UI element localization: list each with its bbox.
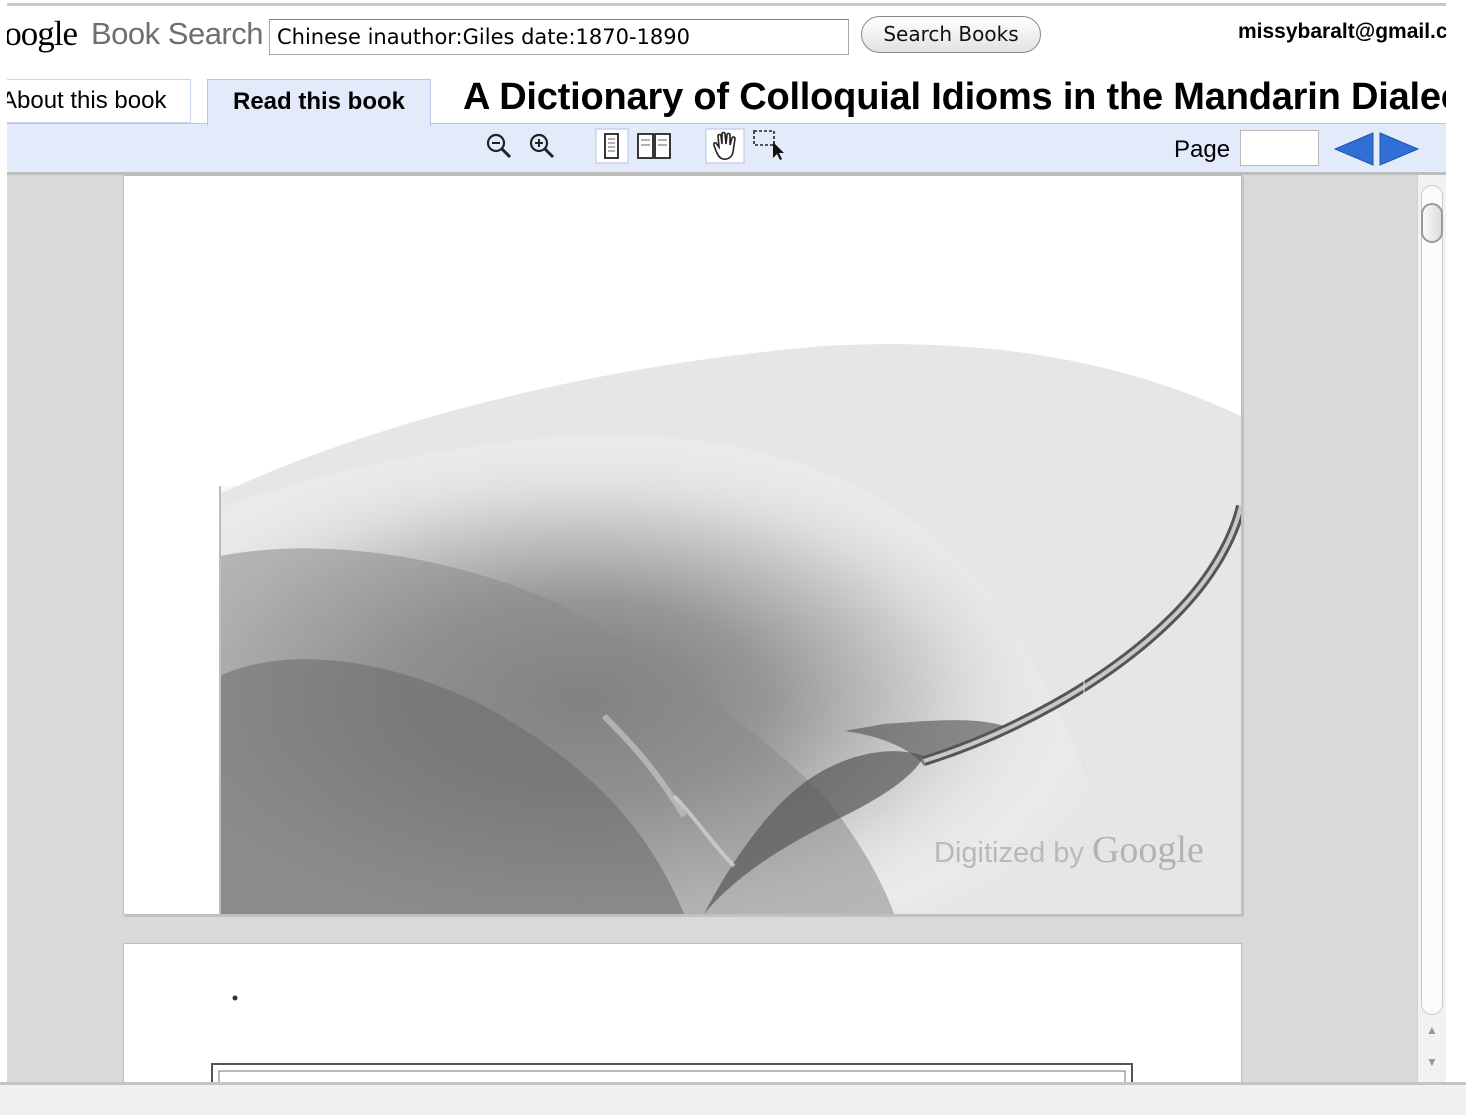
window-edge <box>0 0 7 1115</box>
tab-about-this-book[interactable]: About this book <box>7 79 191 123</box>
search-input[interactable] <box>269 19 849 55</box>
tab-read-this-book[interactable]: Read this book <box>207 79 431 126</box>
status-bar <box>0 1082 1466 1115</box>
book-title: A Dictionary of Colloquial Idioms in the… <box>463 76 1446 118</box>
select-tool-icon[interactable] <box>751 128 787 164</box>
user-email[interactable]: missybaralt@gmail.com <box>1238 18 1446 46</box>
scroll-down-arrow-icon[interactable]: ▼ <box>1426 1055 1438 1069</box>
vertical-scrollbar[interactable]: ▲ ▼ <box>1417 175 1446 1082</box>
search-books-button[interactable]: Search Books <box>861 16 1041 53</box>
top-border <box>7 3 1446 6</box>
page-label: Page <box>1174 136 1231 163</box>
google-logo[interactable]: oogle <box>7 12 77 56</box>
book-page-next <box>123 943 1242 1082</box>
hand-tool-icon[interactable] <box>705 128 745 164</box>
scanned-image <box>219 344 1241 914</box>
logo-text: oogle <box>7 14 77 53</box>
scrollbar-track[interactable] <box>1421 185 1443 1015</box>
book-viewer[interactable]: Digitized by Google ▲ ▼ <box>7 172 1446 1082</box>
watermark-prefix: Digitized by <box>934 837 1084 869</box>
watermark-brand: Google <box>1091 829 1204 871</box>
next-page-scan <box>211 995 1133 1082</box>
tab-about-label: About this book <box>7 87 167 114</box>
digitized-watermark: Digitized by Google <box>934 828 1204 872</box>
prev-page-icon[interactable] <box>1333 131 1375 167</box>
zoom-out-icon[interactable] <box>483 130 515 162</box>
page-number-input[interactable] <box>1240 130 1319 166</box>
two-page-icon[interactable] <box>634 130 674 162</box>
scroll-up-arrow-icon[interactable]: ▲ <box>1426 1023 1438 1037</box>
single-page-icon[interactable] <box>595 128 629 164</box>
product-name: Book Search <box>91 16 264 51</box>
scrollbar-thumb[interactable] <box>1421 203 1443 243</box>
zoom-in-icon[interactable] <box>526 130 558 162</box>
next-page-icon[interactable] <box>1378 131 1420 167</box>
book-page-scan: Digitized by Google <box>123 175 1242 915</box>
